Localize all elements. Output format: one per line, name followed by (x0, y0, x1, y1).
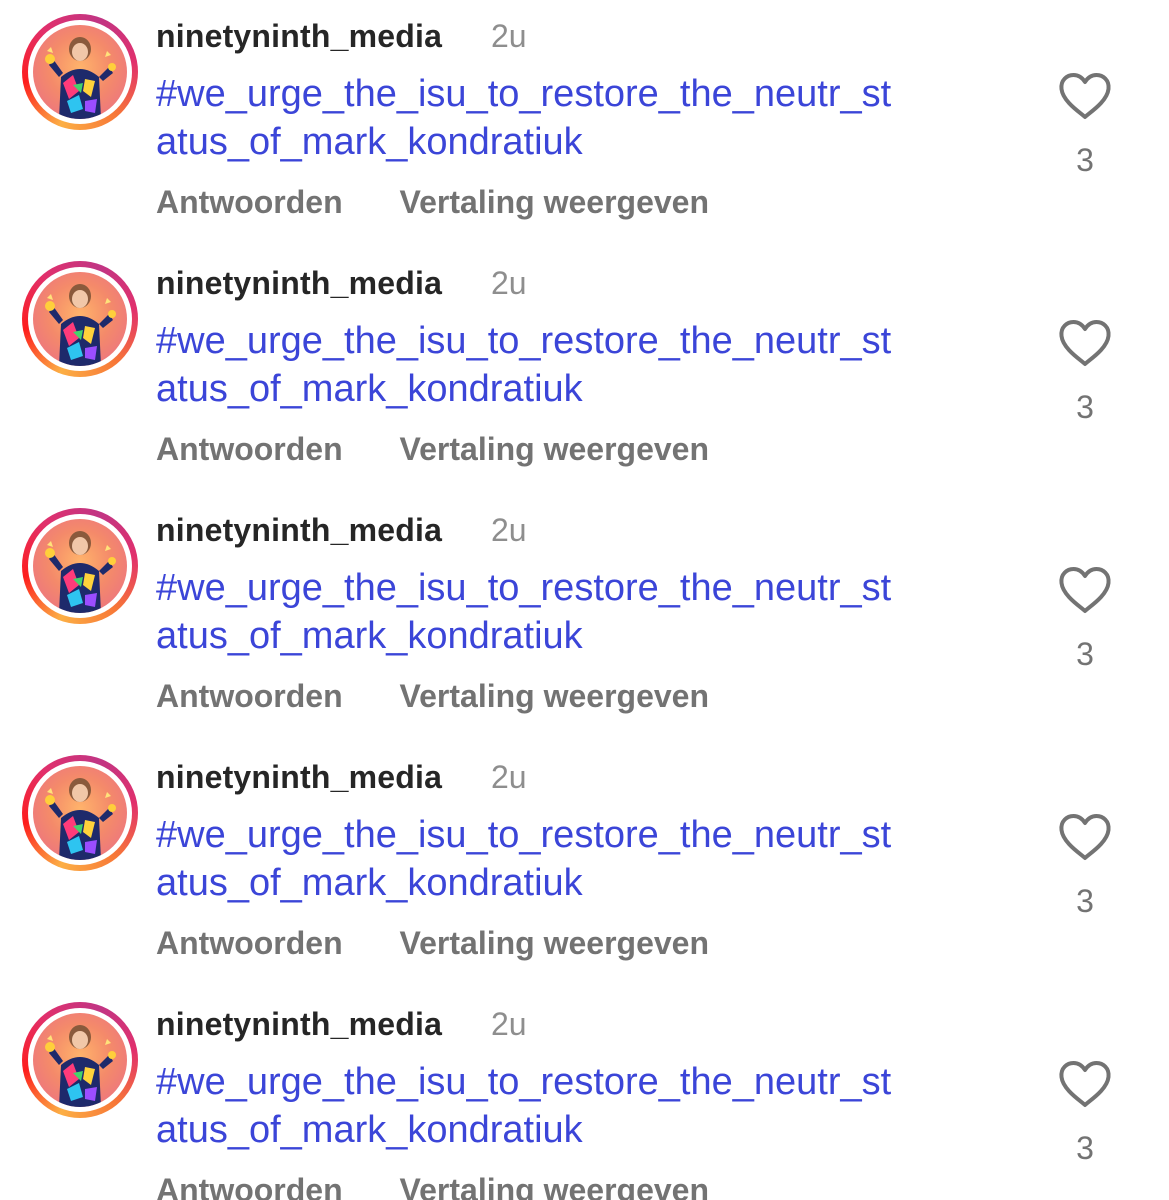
heart-icon-shape (1059, 567, 1111, 613)
comment-hashtag-link[interactable]: #we_urge_the_isu_to_restore_the_neutr_st… (156, 1058, 1016, 1154)
like-count: 3 (1076, 883, 1094, 919)
comment-text-line-1: #we_urge_the_isu_to_restore_the_neutr_st (156, 1061, 892, 1103)
comment-text-line-1: #we_urge_the_isu_to_restore_the_neutr_st (156, 814, 892, 856)
like-count: 3 (1076, 636, 1094, 672)
comment-username[interactable]: ninetyninth_media (156, 512, 442, 549)
avatar[interactable] (22, 261, 138, 377)
show-translation-button[interactable]: Vertaling weergeven (400, 1172, 709, 1200)
avatar-photo (33, 1013, 127, 1107)
comment-hashtag-link[interactable]: #we_urge_the_isu_to_restore_the_neutr_st… (156, 70, 1016, 166)
like-count: 3 (1076, 389, 1094, 425)
comment-actions: Antwoorden Vertaling weergeven (156, 184, 709, 221)
avatar-person-illustration (45, 531, 116, 613)
avatar-person-illustration (45, 778, 116, 860)
heart-icon-shape (1059, 1061, 1111, 1107)
comment-timestamp: 2u (491, 512, 527, 548)
comment-list: ninetyninth_media 2u #we_urge_the_isu_to… (0, 0, 1169, 1200)
comment-username[interactable]: ninetyninth_media (156, 18, 442, 55)
reply-button[interactable]: Antwoorden (156, 431, 343, 468)
avatar-person-illustration (45, 1025, 116, 1107)
show-translation-button[interactable]: Vertaling weergeven (400, 184, 709, 221)
reply-button[interactable]: Antwoorden (156, 678, 343, 715)
reply-button[interactable]: Antwoorden (156, 1172, 343, 1200)
comment-hashtag-link[interactable]: #we_urge_the_isu_to_restore_the_neutr_st… (156, 564, 1016, 660)
heart-icon-shape (1059, 814, 1111, 860)
comment-username[interactable]: ninetyninth_media (156, 759, 442, 796)
heart-icon-shape (1059, 320, 1111, 366)
like-count: 3 (1076, 1130, 1094, 1166)
comment-text-line-2: atus_of_mark_kondratiuk (156, 121, 583, 163)
comment-item: ninetyninth_media 2u #we_urge_the_isu_to… (0, 0, 1169, 247)
reply-button[interactable]: Antwoorden (156, 184, 343, 221)
avatar-photo (33, 519, 127, 613)
avatar-person-illustration (45, 37, 116, 119)
comment-actions: Antwoorden Vertaling weergeven (156, 431, 709, 468)
comment-hashtag-link[interactable]: #we_urge_the_isu_to_restore_the_neutr_st… (156, 811, 1016, 907)
avatar-person-illustration (45, 284, 116, 366)
comment-hashtag-link[interactable]: #we_urge_the_isu_to_restore_the_neutr_st… (156, 317, 1016, 413)
like-count: 3 (1076, 142, 1094, 178)
comment-item: ninetyninth_media 2u #we_urge_the_isu_to… (0, 247, 1169, 494)
heart-outline-icon[interactable] (1058, 72, 1112, 120)
comment-username[interactable]: ninetyninth_media (156, 1006, 442, 1043)
comment-username[interactable]: ninetyninth_media (156, 265, 442, 302)
avatar-photo (33, 25, 127, 119)
comment-text-line-1: #we_urge_the_isu_to_restore_the_neutr_st (156, 567, 892, 609)
comment-item: ninetyninth_media 2u #we_urge_the_isu_to… (0, 741, 1169, 988)
show-translation-button[interactable]: Vertaling weergeven (400, 431, 709, 468)
avatar-photo (33, 272, 127, 366)
comment-actions: Antwoorden Vertaling weergeven (156, 925, 709, 962)
heart-outline-icon[interactable] (1058, 319, 1112, 367)
heart-outline-icon[interactable] (1058, 566, 1112, 614)
comment-text-line-1: #we_urge_the_isu_to_restore_the_neutr_st (156, 320, 892, 362)
heart-outline-icon[interactable] (1058, 813, 1112, 861)
comment-timestamp: 2u (491, 759, 527, 795)
comment-actions: Antwoorden Vertaling weergeven (156, 678, 709, 715)
comment-text-line-1: #we_urge_the_isu_to_restore_the_neutr_st (156, 73, 892, 115)
comment-text-line-2: atus_of_mark_kondratiuk (156, 368, 583, 410)
comment-text-line-2: atus_of_mark_kondratiuk (156, 862, 583, 904)
avatar[interactable] (22, 755, 138, 871)
comment-item: ninetyninth_media 2u #we_urge_the_isu_to… (0, 494, 1169, 741)
show-translation-button[interactable]: Vertaling weergeven (400, 925, 709, 962)
comment-timestamp: 2u (491, 18, 527, 54)
avatar[interactable] (22, 508, 138, 624)
show-translation-button[interactable]: Vertaling weergeven (400, 678, 709, 715)
reply-button[interactable]: Antwoorden (156, 925, 343, 962)
heart-outline-icon[interactable] (1058, 1060, 1112, 1108)
comment-text-line-2: atus_of_mark_kondratiuk (156, 615, 583, 657)
comment-item: ninetyninth_media 2u #we_urge_the_isu_to… (0, 988, 1169, 1200)
avatar[interactable] (22, 1002, 138, 1118)
heart-icon-shape (1059, 73, 1111, 119)
comment-timestamp: 2u (491, 265, 527, 301)
avatar-photo (33, 766, 127, 860)
comment-text-line-2: atus_of_mark_kondratiuk (156, 1109, 583, 1151)
avatar[interactable] (22, 14, 138, 130)
comment-timestamp: 2u (491, 1006, 527, 1042)
comment-actions: Antwoorden Vertaling weergeven (156, 1172, 709, 1200)
